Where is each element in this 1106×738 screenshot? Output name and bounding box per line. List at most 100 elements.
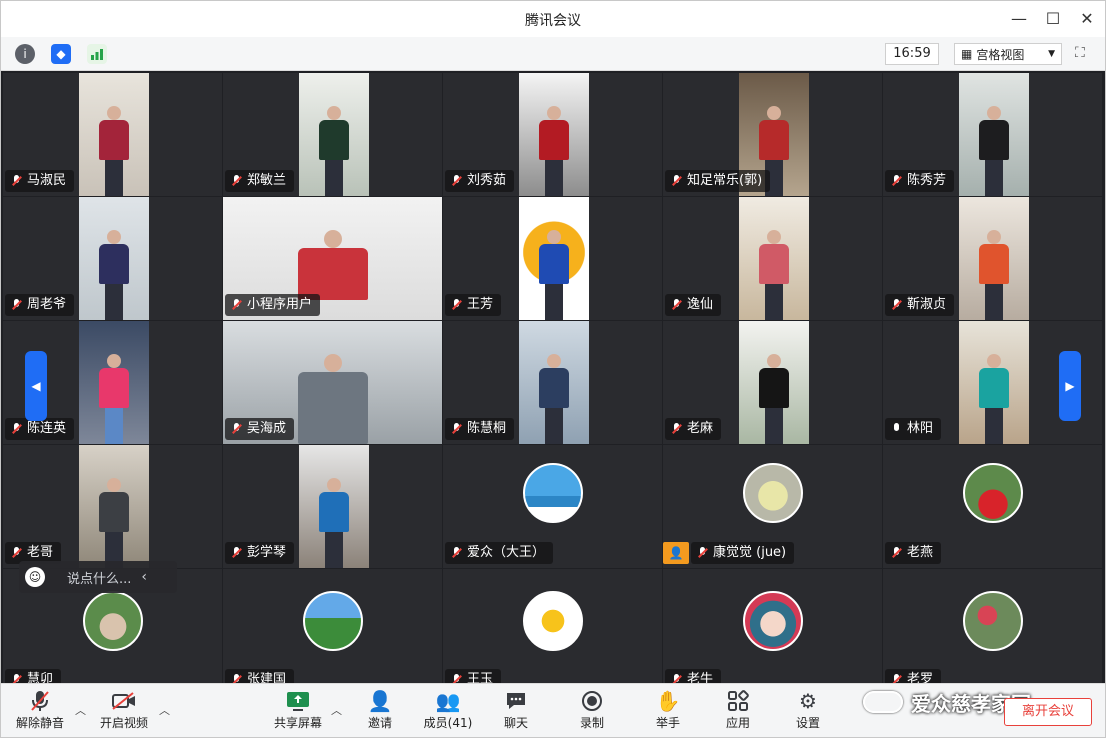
info-icon[interactable]: i	[15, 44, 35, 64]
participant-tile[interactable]: 陈秀芳	[883, 73, 1102, 196]
chat-label: 聊天	[503, 716, 528, 730]
video-feed	[79, 321, 149, 444]
participant-tile[interactable]: 靳淑贞	[883, 197, 1102, 320]
mic-muted-icon	[891, 299, 902, 311]
raise-hand-button[interactable]: ✋ 举手	[633, 688, 703, 734]
video-feed	[959, 73, 1029, 196]
next-page-button[interactable]: ▶	[1059, 351, 1081, 421]
mic-muted-icon	[671, 299, 682, 311]
view-mode-button[interactable]: ▦ 宫格视图 ▼	[954, 43, 1062, 65]
mic-muted-icon	[891, 547, 902, 559]
participant-tile[interactable]: 陈慧桐	[443, 321, 662, 444]
name-tag: 老麻	[665, 418, 722, 440]
chat-quick-input[interactable]: ☺ 说点什么... ‹	[19, 561, 177, 593]
video-feed	[79, 73, 149, 196]
start-video-button[interactable]: 开启视频	[89, 688, 159, 734]
settings-button[interactable]: ⚙ 设置	[773, 688, 843, 734]
name-tag: 陈连英	[5, 418, 75, 440]
avatar	[523, 591, 583, 651]
mic-muted-icon	[671, 423, 682, 435]
members-button[interactable]: 👥 成员(41)	[413, 688, 483, 734]
settings-label: 设置	[795, 716, 820, 730]
share-options-caret[interactable]: ︿	[331, 702, 342, 718]
name-tag: 老罗	[885, 669, 942, 683]
participant-tile[interactable]: 逸仙	[663, 197, 882, 320]
video-options-caret[interactable]: ︿	[159, 702, 170, 718]
video-feed	[739, 197, 809, 320]
name-tag: 王芳	[445, 294, 502, 316]
minimize-icon[interactable]: —	[1006, 7, 1032, 31]
apps-icon	[703, 688, 773, 714]
participant-tile[interactable]: 老燕	[883, 445, 1102, 568]
mic-muted-icon	[891, 674, 902, 683]
participant-tile[interactable]: 老麻	[663, 321, 882, 444]
participant-tile[interactable]: 马淑民	[3, 73, 222, 196]
avatar	[523, 463, 583, 523]
user-icon: 👤	[663, 542, 689, 564]
participant-tile[interactable]: 爱众（大王）	[443, 445, 662, 568]
chat-button[interactable]: 聊天	[481, 688, 551, 734]
record-button[interactable]: 录制	[557, 688, 627, 734]
unmute-label: 解除静音	[15, 716, 64, 730]
mic-muted-icon	[451, 175, 462, 187]
leave-meeting-button[interactable]: 离开会议	[1004, 698, 1092, 726]
video-feed	[959, 321, 1029, 444]
mic-muted-icon	[891, 175, 902, 187]
participant-tile[interactable]: 王玉	[443, 569, 662, 683]
maximize-icon[interactable]: ☐	[1040, 7, 1066, 31]
participant-tile[interactable]: 👤 康觉觉 (jue)	[663, 445, 882, 568]
signal-icon[interactable]	[87, 44, 107, 64]
mic-muted-icon	[231, 175, 242, 187]
participant-tile[interactable]: 周老爷	[3, 197, 222, 320]
mic-muted-icon	[231, 547, 242, 559]
participant-tile[interactable]: 张建国	[223, 569, 442, 683]
gear-icon: ⚙	[799, 689, 817, 713]
participant-tile[interactable]: 小程序用户	[223, 197, 442, 320]
participant-tile[interactable]: 老罗	[883, 569, 1102, 683]
share-screen-button[interactable]: 共享屏幕	[263, 688, 333, 734]
video-feed	[299, 445, 369, 568]
invite-icon: 👤	[367, 689, 393, 713]
avatar	[743, 463, 803, 523]
video-feed	[739, 321, 809, 444]
name-tag: 吴海成	[225, 418, 295, 440]
chevron-left-icon[interactable]: ‹	[141, 569, 147, 585]
participant-tile[interactable]: 老哥	[3, 445, 222, 568]
mic-muted-icon	[231, 423, 242, 435]
shield-icon[interactable]: ◆	[51, 44, 71, 64]
name-tag: 逸仙	[665, 294, 722, 316]
participant-tile[interactable]: 吴海成	[223, 321, 442, 444]
participant-tile[interactable]: 彭学琴	[223, 445, 442, 568]
name-tag: 林阳	[885, 418, 942, 440]
participant-tile[interactable]: 老牛	[663, 569, 882, 683]
mic-muted-icon	[451, 674, 462, 683]
audio-options-caret[interactable]: ︿	[75, 702, 86, 718]
emoji-icon[interactable]: ☺	[25, 567, 45, 587]
name-tag: 小程序用户	[225, 294, 321, 316]
hand-icon: ✋	[655, 689, 681, 713]
unmute-button[interactable]: 解除静音	[5, 688, 75, 734]
name-tag: 郑敏兰	[225, 170, 295, 192]
prev-page-button[interactable]: ◀	[25, 351, 47, 421]
name-tag: 知足常乐(郭)	[665, 170, 771, 192]
fullscreen-icon[interactable]: ⛶	[1075, 45, 1093, 63]
participant-tile[interactable]: 王芳	[443, 197, 662, 320]
mic-muted-icon	[5, 688, 75, 714]
participant-tile[interactable]: 知足常乐(郭)	[663, 73, 882, 196]
apps-button[interactable]: 应用	[703, 688, 773, 734]
video-feed	[519, 321, 589, 444]
participant-tile[interactable]: 郑敏兰	[223, 73, 442, 196]
close-icon[interactable]: ✕	[1074, 7, 1100, 31]
view-mode-label: 宫格视图	[976, 47, 1025, 62]
video-feed	[299, 73, 369, 196]
name-tag: 周老爷	[5, 294, 75, 316]
name-tag: 老牛	[665, 669, 722, 683]
participant-tile[interactable]: 刘秀茹	[443, 73, 662, 196]
invite-button[interactable]: 👤 邀请	[345, 688, 415, 734]
record-icon	[557, 688, 627, 714]
mic-muted-icon	[231, 299, 242, 311]
name-tag: 刘秀茹	[445, 170, 515, 192]
mic-muted-icon	[671, 175, 682, 187]
members-label: 成员(41)	[423, 716, 473, 730]
mic-muted-icon	[451, 299, 462, 311]
